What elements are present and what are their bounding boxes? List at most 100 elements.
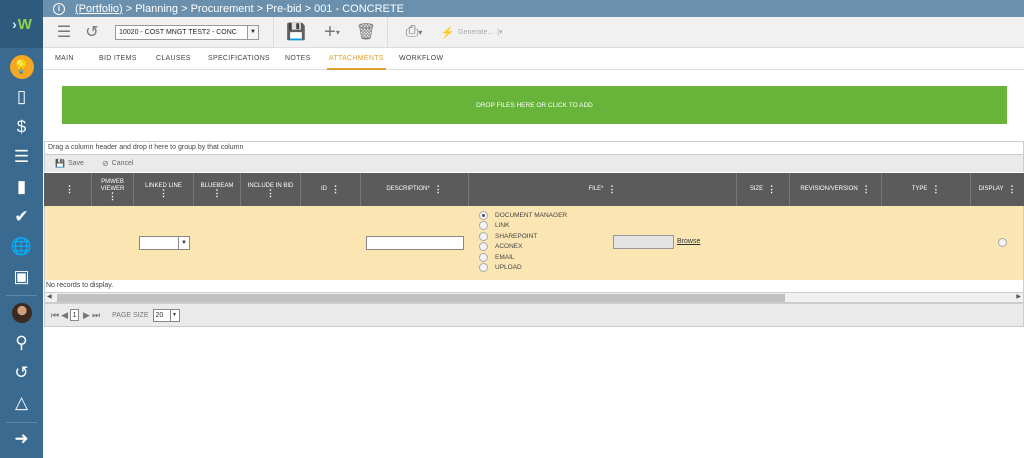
sidebar-item-ideas[interactable]: 💡 [0,53,43,81]
history-icon[interactable]: ↺ [81,17,103,48]
display-radio[interactable] [998,238,1007,247]
breadcrumb-portfolio-link[interactable]: (Portfolio) [75,3,123,15]
next-page-icon[interactable]: ▶ [83,310,90,321]
scroll-left-icon[interactable]: ◀ [47,293,52,302]
column-menu-icon[interactable]: ⋮ [862,185,871,194]
schedule-icon[interactable]: ☰ [0,143,43,171]
radio-sharepoint[interactable]: SharePoint [479,231,609,242]
table-row: ▼ Document Manager Link SharePoint Acone… [44,206,1024,280]
check-icon[interactable]: ✔ [0,203,43,231]
no-records-message: No records to display. [44,280,1024,292]
briefcase-icon[interactable]: ▣ [0,263,43,291]
column-menu-icon[interactable]: ⋮ [331,185,340,194]
column-menu-icon[interactable]: ⋮ [931,185,940,194]
radio-label: Email [495,253,515,261]
pager: ⏮ ◀ 1 ▶ ⏭ PAGE SIZE 20 ▼ [44,303,1024,327]
grid-save-label: Save [67,160,84,167]
current-page[interactable]: 1 [70,309,80,321]
radio-label: Link [495,222,510,230]
description-input[interactable] [366,236,464,250]
column-header-type[interactable]: Type ⋮ [882,173,971,206]
page-size-value: 20 [155,311,164,319]
sidebar-divider [6,295,37,296]
column-menu-icon[interactable]: ⋮ [159,188,168,197]
column-menu-icon[interactable]: ⋮ [65,185,74,194]
horizontal-scrollbar[interactable]: ◀ ▶ [44,292,1024,303]
logout-icon[interactable]: ➜ [0,425,43,453]
radio-upload[interactable]: Upload [479,263,609,274]
column-header-display[interactable]: Display ⋮ [971,173,1024,206]
cancel-icon: ⊘ [101,159,109,168]
column-header-id[interactable]: ID ⋮ [301,173,361,206]
browse-link[interactable]: Browse [677,238,700,245]
radio-email[interactable]: Email [479,252,609,263]
column-header-revision[interactable]: Revision/Version ⋮ [790,173,882,206]
column-menu-header[interactable]: ⋮ [44,173,92,206]
column-header-linked-line[interactable]: Linked Line ⋮ [134,173,194,206]
tab-attachments[interactable]: Attachments [327,48,386,70]
column-menu-icon[interactable]: ⋮ [608,185,617,194]
tab-specifications[interactable]: Specifications [208,48,270,70]
tab-workflow[interactable]: Workflow [399,48,443,70]
tab-bid-items[interactable]: Bid Items [99,48,137,70]
column-menu-icon[interactable]: ⋮ [767,185,776,194]
radio-document-manager[interactable]: Document Manager [479,210,609,221]
dollar-icon[interactable]: $ [0,113,43,141]
column-header-bluebeam[interactable]: Bluebeam ⋮ [194,173,241,206]
grid-save-button[interactable]: 💾 Save [55,159,84,168]
user-avatar[interactable] [0,299,43,327]
prev-page-icon[interactable]: ◀ [61,310,68,321]
chevron-down-icon: ▼ [178,237,189,249]
scroll-right-icon[interactable]: ▶ [1016,293,1021,302]
file-dropzone[interactable]: Drop files here or click to add [62,86,1007,124]
grid-cancel-label: Cancel [111,160,134,167]
column-menu-icon[interactable]: ⋮ [434,185,443,194]
search-icon[interactable]: ⚲ [0,329,43,357]
save-icon[interactable]: 💾 [285,17,307,48]
lightning-icon: ⚡ [440,26,455,39]
column-menu-icon[interactable]: ⋮ [108,192,117,201]
column-menu-icon[interactable]: ⋮ [1007,185,1016,194]
page-size-select[interactable]: 20 ▼ [152,308,180,322]
add-button[interactable]: + ▾ [315,17,349,48]
scrollbar-thumb[interactable] [57,294,785,302]
tab-clauses[interactable]: Clauses [156,48,191,70]
grid-toolbar: 💾 Save ⊘ Cancel [44,155,1024,172]
app-root: › W 💡 ▯ $ ☰ ▮ ✔ 🌐 ▣ ⚲ ↺ △ ➜ i (Portfolio)… [0,0,1024,458]
document-icon[interactable]: ▯ [0,83,43,111]
globe-icon[interactable]: 🌐 [0,233,43,261]
history-icon[interactable]: ↺ [0,359,43,387]
generate-button[interactable]: ⚡ Generate... |▾ [439,17,504,48]
column-header-file[interactable]: File* ⋮ [469,173,737,206]
tab-notes[interactable]: Notes [285,48,311,70]
toolbar-divider [387,16,388,48]
linked-line-select[interactable]: ▼ [139,236,190,250]
last-page-icon[interactable]: ⏭ [92,310,100,321]
column-header-pmweb-viewer[interactable]: PMWeb Viewer ⋮ [92,173,134,206]
column-header-size[interactable]: Size ⋮ [737,173,790,206]
file-path-field[interactable] [613,235,674,249]
record-select-value: 10020 - COST MNGT TEST2 - CONC [119,29,237,36]
delete-icon[interactable]: 🗑 [355,17,377,48]
grid-cancel-button[interactable]: ⊘ Cancel [102,159,134,168]
column-menu-icon[interactable]: ⋮ [266,188,275,197]
expand-chevron-icon[interactable]: › [12,16,17,32]
toolbar: ☰ ↺ 10020 - COST MNGT TEST2 - CONC ▼ 💾 +… [43,16,1024,48]
group-by-bar[interactable]: Drag a column header and drop it here to… [44,141,1024,155]
radio-aconex[interactable]: Aconex [479,242,609,253]
graduation-cap-icon[interactable]: △ [0,389,43,417]
print-icon[interactable]: ⎙ ▾ [397,17,431,48]
first-page-icon[interactable]: ⏮ [51,310,59,321]
record-select[interactable]: 10020 - COST MNGT TEST2 - CONC ▼ [115,25,259,40]
column-header-include-in-bid[interactable]: Include in Bid ⋮ [241,173,301,206]
radio-link[interactable]: Link [479,221,609,232]
generate-label: Generate... [458,28,494,36]
info-icon[interactable]: i [53,2,65,15]
tablet-icon[interactable]: ▮ [0,173,43,201]
app-logo[interactable]: › W [0,0,43,48]
column-header-description[interactable]: Description* ⋮ [361,173,469,206]
list-icon[interactable]: ☰ [53,17,75,48]
column-menu-icon[interactable]: ⋮ [213,188,222,197]
radio-circle [479,252,488,262]
tab-main[interactable]: Main [55,48,74,70]
